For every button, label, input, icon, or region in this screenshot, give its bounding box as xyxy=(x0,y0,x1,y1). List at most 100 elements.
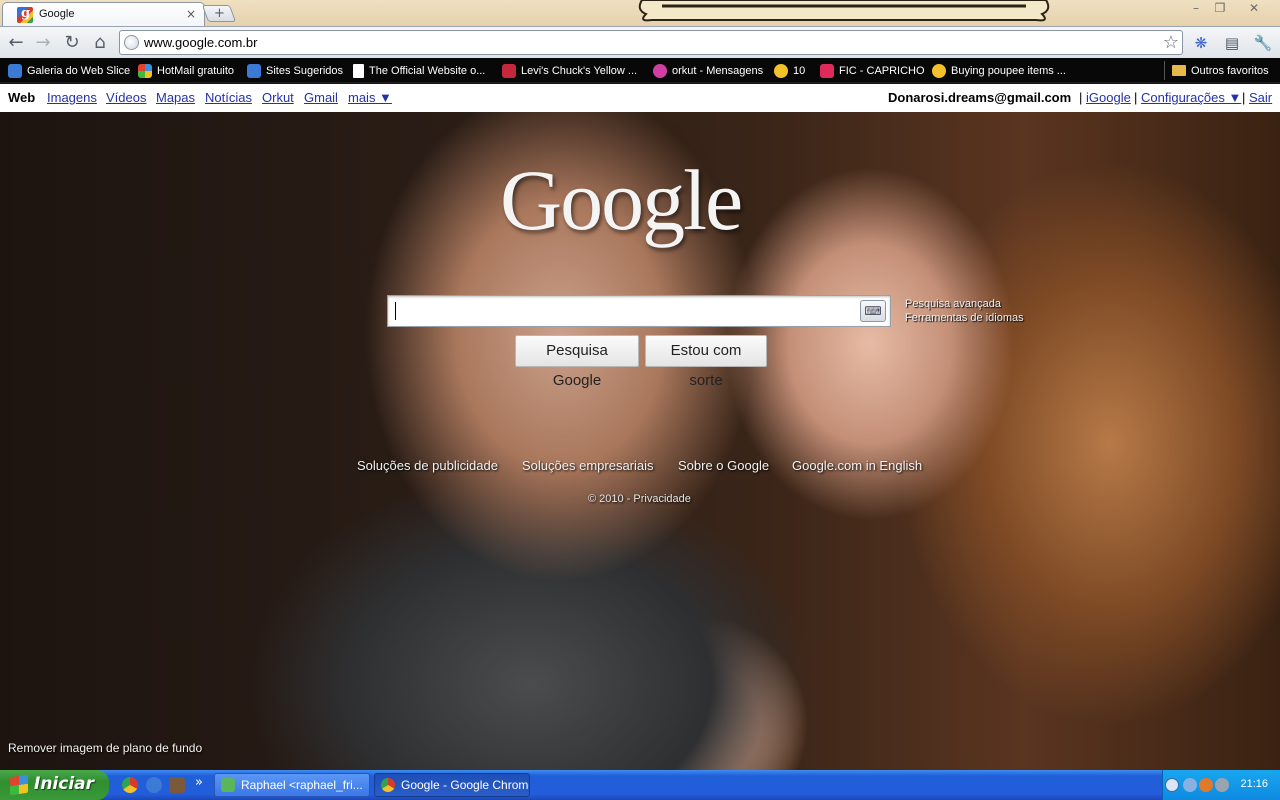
nav-more[interactable]: mais ▼ xyxy=(348,90,392,105)
browser-title-bar: Google × + – ❐ ✕ xyxy=(0,0,1280,26)
bookmark-label: Galeria do Web Slice xyxy=(27,64,131,77)
ie-icon[interactable] xyxy=(146,777,162,793)
nav-igoogle[interactable]: iGoogle xyxy=(1086,90,1131,105)
bookmark-label: Outros favoritos xyxy=(1191,64,1269,77)
copyright-privacy[interactable]: © 2010 - Privacidade xyxy=(588,493,691,505)
task-label: Raphael <raphael_fri... xyxy=(241,778,363,792)
taskbar-item-chrome[interactable]: Google - Google Chrome xyxy=(374,773,530,797)
quicklaunch-more-icon[interactable]: » xyxy=(195,775,203,790)
footer-about-link[interactable]: Sobre o Google xyxy=(678,458,769,473)
footer-business-link[interactable]: Soluções empresariais xyxy=(522,458,654,473)
search-input[interactable]: ⌨ xyxy=(387,295,891,327)
bookmark-item[interactable]: Levi's Chuck's Yellow ... xyxy=(502,62,637,79)
bookmark-label: HotMail gratuito xyxy=(157,64,235,77)
tab-title: Google xyxy=(39,8,75,20)
google-search-button[interactable]: Pesquisa Google xyxy=(515,335,639,389)
bookmark-label: Sites Sugeridos xyxy=(266,64,344,77)
bookmark-item[interactable]: The Official Website o... xyxy=(353,62,485,79)
bookmark-label: Levi's Chuck's Yellow ... xyxy=(521,64,638,77)
nav-separator: | xyxy=(1134,90,1138,105)
back-icon[interactable]: ← xyxy=(5,33,27,53)
volume-icon[interactable] xyxy=(1215,778,1229,792)
bookmarks-bar: Galeria do Web Slice HotMail gratuito Si… xyxy=(0,58,1280,83)
minimize-button[interactable]: – xyxy=(1185,1,1207,17)
nav-maps[interactable]: Mapas xyxy=(156,90,195,105)
tab-google[interactable]: Google × xyxy=(2,2,205,26)
bookmark-item[interactable]: Galeria do Web Slice xyxy=(8,62,130,79)
reload-icon[interactable]: ↻ xyxy=(61,33,83,53)
nav-web[interactable]: Web xyxy=(8,90,35,105)
extension-puzzle-icon[interactable]: ❋ xyxy=(1190,32,1212,54)
nav-gmail[interactable]: Gmail xyxy=(304,90,338,105)
nav-signout[interactable]: Sair xyxy=(1249,90,1272,105)
page-globe-icon xyxy=(124,35,139,50)
new-tab-button[interactable]: + xyxy=(201,5,237,22)
levis-icon xyxy=(502,63,516,78)
bookmark-item[interactable]: 10 xyxy=(774,62,805,79)
orkut-icon xyxy=(653,63,667,78)
system-tray: 21:16 xyxy=(1162,770,1280,800)
page-icon xyxy=(353,63,364,78)
duck-icon xyxy=(774,63,788,78)
start-label: Iniciar xyxy=(34,774,95,794)
windows-flag-icon xyxy=(138,63,152,78)
bookmark-item[interactable]: Buying poupee items ... xyxy=(932,62,1066,79)
other-bookmarks-folder[interactable]: Outros favoritos xyxy=(1172,62,1269,79)
windows-logo-icon xyxy=(10,774,28,796)
account-email: Donarosi.dreams@gmail.com xyxy=(888,90,1072,105)
remove-background-link[interactable]: Remover imagem de plano de fundo xyxy=(8,741,202,755)
tray-expand-icon[interactable] xyxy=(1165,778,1179,792)
chrome-icon[interactable] xyxy=(122,777,138,793)
browser-toolbar: ← → ↻ ⌂ www.google.com.br ☆ ❋ ▤ 🔧 xyxy=(0,26,1280,58)
home-icon[interactable]: ⌂ xyxy=(89,33,111,53)
clock: 21:16 xyxy=(1240,778,1268,790)
footer-english-link[interactable]: Google.com in English xyxy=(792,458,922,473)
address-bar[interactable]: www.google.com.br ☆ xyxy=(119,30,1183,55)
text-caret xyxy=(395,302,396,320)
bookmark-item[interactable]: orkut - Mensagens xyxy=(653,62,763,79)
app-quicklaunch-icon[interactable] xyxy=(169,777,185,793)
bookmark-label: 10 xyxy=(793,64,806,77)
nav-settings[interactable]: Configurações ▼ xyxy=(1141,90,1241,105)
messenger-icon xyxy=(221,778,235,792)
page-menu-icon[interactable]: ▤ xyxy=(1221,32,1243,54)
google-logo: Google xyxy=(500,152,743,248)
bookmark-item[interactable]: FIC - CAPRICHO xyxy=(820,62,925,79)
network-icon[interactable] xyxy=(1183,778,1197,792)
antivirus-icon[interactable] xyxy=(1199,778,1213,792)
footer-advertising-link[interactable]: Soluções de publicidade xyxy=(357,458,498,473)
bookmark-label: orkut - Mensagens xyxy=(672,64,764,77)
nav-orkut[interactable]: Orkut xyxy=(262,90,294,105)
language-tools-link[interactable]: Ferramentas de idiomas xyxy=(905,312,1024,324)
bookmark-label: The Official Website o... xyxy=(369,64,486,77)
advanced-search-link[interactable]: Pesquisa avançada xyxy=(905,298,1001,310)
bookmarks-divider xyxy=(1164,61,1165,80)
windows-taskbar: Iniciar » Raphael <raphael_fri... Google… xyxy=(0,770,1280,800)
duck-icon xyxy=(932,63,946,78)
nav-separator: | xyxy=(1242,90,1246,105)
nav-videos[interactable]: Vídeos xyxy=(106,90,146,105)
start-button[interactable]: Iniciar xyxy=(0,770,109,800)
bookmark-item[interactable]: Sites Sugeridos xyxy=(247,62,343,79)
taskbar-item-messenger[interactable]: Raphael <raphael_fri... xyxy=(214,773,370,797)
capricho-icon xyxy=(820,63,834,78)
google-favicon-icon xyxy=(17,6,33,23)
nav-images[interactable]: Imagens xyxy=(47,90,97,105)
bookmark-item[interactable]: HotMail gratuito xyxy=(138,62,234,79)
virtual-keyboard-icon[interactable]: ⌨ xyxy=(860,300,886,322)
folder-icon xyxy=(1172,65,1186,76)
tab-close-icon[interactable]: × xyxy=(186,7,196,21)
bookmark-star-icon[interactable]: ☆ xyxy=(1163,32,1179,53)
close-window-button[interactable]: ✕ xyxy=(1243,1,1265,17)
nav-news[interactable]: Notícias xyxy=(205,90,252,105)
restore-button[interactable]: ❐ xyxy=(1209,1,1231,17)
bookmark-label: FIC - CAPRICHO xyxy=(839,64,925,77)
chrome-icon xyxy=(381,778,395,792)
wrench-icon[interactable]: 🔧 xyxy=(1252,32,1274,54)
feeling-lucky-button[interactable]: Estou com sorte xyxy=(645,335,767,389)
nav-separator: | xyxy=(1079,90,1083,105)
ie-icon xyxy=(247,63,261,78)
forward-icon[interactable]: → xyxy=(32,33,54,53)
address-url: www.google.com.br xyxy=(144,35,258,50)
google-top-nav: Web Imagens Vídeos Mapas Notícias Orkut … xyxy=(0,84,1280,112)
